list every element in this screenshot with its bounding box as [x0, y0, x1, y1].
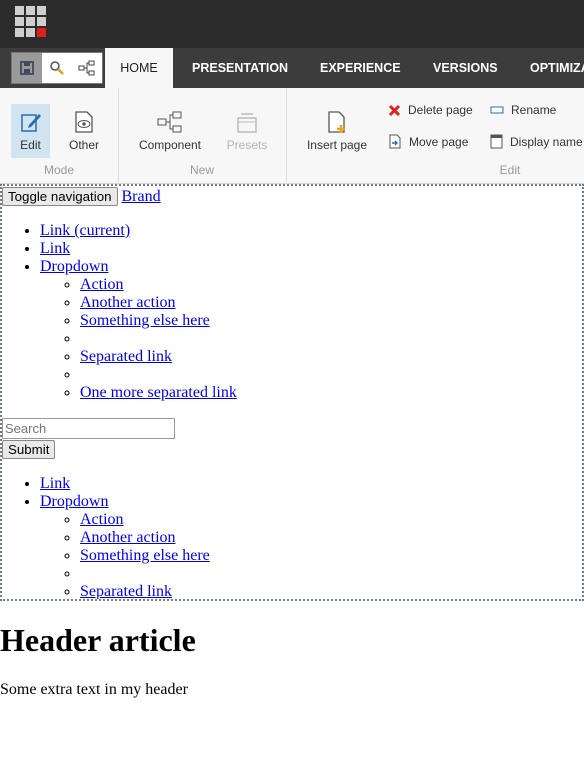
presets-icon	[222, 104, 272, 134]
presets-button[interactable]: Presets	[222, 104, 272, 158]
delete-icon	[388, 104, 401, 116]
delete-page-label: Delete page	[408, 103, 473, 117]
dropdown-menu: Action Another action Something else her…	[40, 511, 582, 599]
edit-mode-button[interactable]: Edit	[11, 104, 50, 158]
article-text: Some extra text in my header	[0, 681, 188, 698]
preview-icon	[64, 104, 104, 134]
dropdown-separated-link[interactable]: Separated link	[80, 348, 172, 365]
navbar-component[interactable]: Toggle navigation Brand Link (current) L…	[0, 184, 584, 601]
rename-button[interactable]: Rename	[490, 103, 556, 117]
tab-optimization[interactable]: OPTIMIZA	[530, 48, 584, 88]
dropdown-divider: ​	[80, 366, 582, 384]
move-page-label: Move page	[409, 134, 469, 149]
insert-page-button[interactable]: Insert page	[300, 104, 374, 158]
edit-label: Edit	[20, 138, 41, 152]
rename-icon	[490, 106, 504, 114]
dropdown-another-action-link[interactable]: Another action	[80, 529, 176, 546]
nav-link-current[interactable]: Link (current)	[40, 222, 130, 239]
insert-page-label: Insert page	[306, 138, 368, 152]
dropdown-item: Another action	[80, 294, 582, 312]
search-icon[interactable]	[42, 53, 72, 83]
new-group-label: New	[189, 163, 214, 177]
edit-icon	[11, 104, 50, 134]
dropdown-action-link[interactable]: Action	[80, 276, 124, 293]
dropdown-divider: ​	[80, 565, 582, 583]
dropdown-item: Another action	[80, 529, 582, 547]
dropdown-item: Action	[80, 511, 582, 529]
quick-access-toolbar	[11, 52, 103, 84]
other-mode-button[interactable]: Other	[64, 104, 104, 158]
top-bar	[0, 0, 584, 48]
tree-icon[interactable]	[72, 53, 102, 83]
search-input[interactable]	[2, 418, 175, 439]
display-name-button[interactable]: Display name	[490, 134, 583, 149]
nav-list-item: Link	[40, 240, 582, 258]
nav-link[interactable]: Link	[40, 475, 70, 492]
nav-list-right: Link Dropdown Action Another action Some…	[2, 475, 582, 599]
insert-page-icon	[300, 104, 374, 134]
display-name-icon	[490, 134, 503, 149]
tab-versions[interactable]: VERSIONS	[433, 48, 498, 88]
dropdown-another-action-link[interactable]: Another action	[80, 294, 176, 311]
nav-list-item: Dropdown Action Another action Something…	[40, 258, 582, 402]
nav-list-item: Link	[40, 475, 582, 493]
nav-list: Link (current) Link Dropdown Action Anot…	[2, 222, 582, 402]
nav-dropdown-link[interactable]: Dropdown	[40, 258, 108, 275]
save-icon[interactable]	[12, 53, 42, 83]
component-label: Component	[138, 138, 202, 152]
dropdown-item: One more separated link	[80, 384, 582, 402]
nav-list-item: Link (current)	[40, 222, 582, 240]
component-icon	[132, 104, 208, 134]
ribbon-panel: Edit Other Mode Component Presets New In…	[0, 88, 584, 184]
dropdown-one-more-link[interactable]: One more separated link	[80, 384, 237, 401]
delete-page-button[interactable]: Delete page	[388, 103, 473, 117]
app-grid-icon[interactable]	[15, 6, 47, 38]
brand-link[interactable]: Brand	[122, 188, 161, 205]
submit-button[interactable]: Submit	[2, 440, 56, 459]
nav-list-item: Dropdown Action Another action Something…	[40, 493, 582, 599]
dropdown-item: Something else here	[80, 547, 582, 565]
toggle-navigation-button[interactable]: Toggle navigation	[2, 187, 118, 206]
nav-link[interactable]: Link	[40, 240, 70, 257]
other-label: Other	[68, 138, 99, 152]
dropdown-menu: Action Another action Something else her…	[40, 276, 582, 402]
tab-presentation[interactable]: PRESENTATION	[192, 48, 288, 88]
dropdown-something-else-link[interactable]: Something else here	[80, 312, 210, 329]
tab-home[interactable]: HOME	[105, 48, 173, 88]
component-button[interactable]: Component	[132, 104, 208, 158]
tab-experience[interactable]: EXPERIENCE	[320, 48, 401, 88]
page-content: Toggle navigation Brand Link (current) L…	[0, 184, 584, 699]
move-page-icon	[389, 134, 401, 149]
dropdown-item: Something else here	[80, 312, 582, 330]
dropdown-item: Action	[80, 276, 582, 294]
dropdown-item: Separated link	[80, 348, 582, 366]
nav-dropdown-link[interactable]: Dropdown	[40, 493, 108, 510]
presets-label: Presets	[226, 138, 268, 152]
header-article: Header article Some extra text in my hea…	[0, 621, 584, 699]
dropdown-separated-link[interactable]: Separated link	[80, 583, 172, 599]
dropdown-divider: ​	[80, 330, 582, 348]
article-title: Header article	[0, 622, 196, 658]
dropdown-something-else-link[interactable]: Something else here	[80, 547, 210, 564]
display-name-label: Display name	[510, 134, 583, 149]
edit-group-label: Edit	[499, 163, 521, 177]
dropdown-item: Separated link	[80, 583, 582, 599]
move-page-button[interactable]: Move page	[388, 134, 468, 149]
rename-label: Rename	[511, 103, 557, 117]
mode-group-label: Mode	[43, 163, 75, 177]
dropdown-action-link[interactable]: Action	[80, 511, 124, 528]
